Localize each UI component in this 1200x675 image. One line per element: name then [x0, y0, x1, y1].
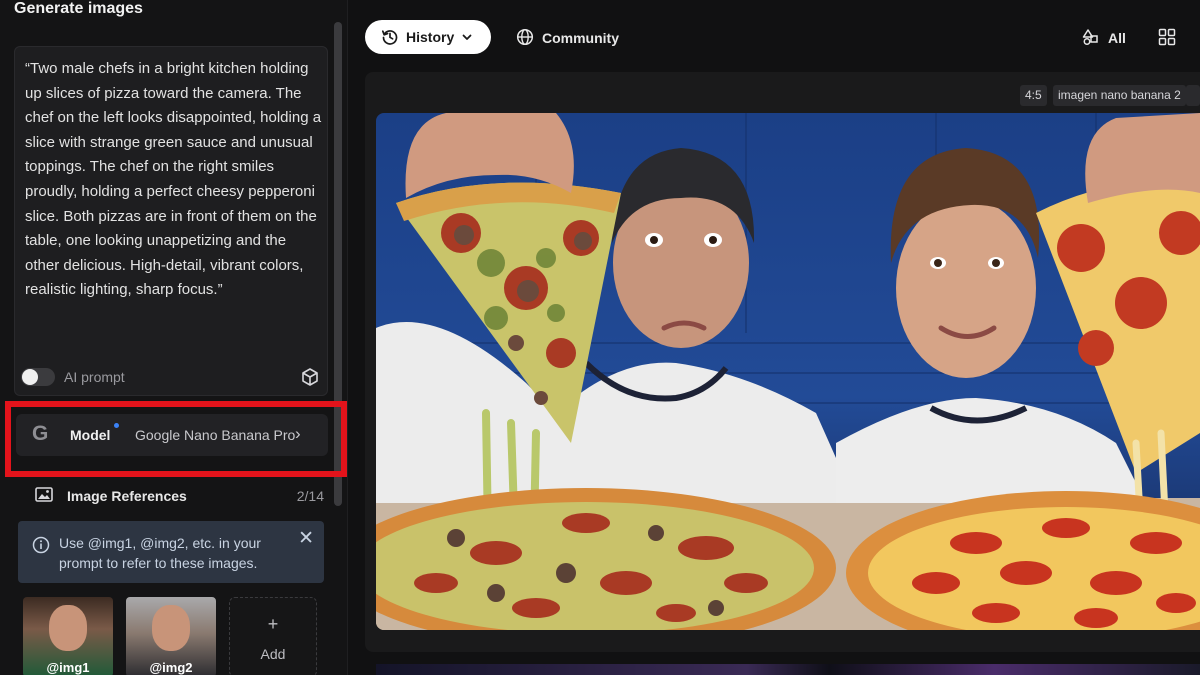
- add-label: Add: [260, 646, 286, 662]
- info-notice: Use @img1, @img2, etc. in your prompt to…: [18, 521, 324, 583]
- image-icon: [35, 487, 53, 502]
- left-panel: Generate images “Two male chefs in a bri…: [0, 0, 348, 675]
- highlight-annotation-box: [5, 401, 347, 477]
- thumbnail-image: [152, 605, 190, 651]
- image-references-header[interactable]: Image References 2/14: [14, 483, 328, 509]
- history-button[interactable]: History: [365, 20, 491, 54]
- prompt-box[interactable]: “Two male chefs in a bright kitchen hold…: [14, 46, 328, 396]
- shapes-icon: [1082, 29, 1098, 45]
- image-references-label: Image References: [67, 488, 187, 504]
- globe-icon: [516, 28, 534, 46]
- info-icon: [32, 536, 50, 554]
- aspect-ratio-tag: 4:5: [1020, 85, 1047, 106]
- cube-icon[interactable]: [300, 367, 320, 387]
- thumbnail-image: [49, 605, 87, 651]
- add-reference-button[interactable]: + Add: [229, 597, 317, 675]
- model-tag: imagen nano banana 2: [1053, 85, 1186, 106]
- image-references-count: 2/14: [296, 488, 324, 504]
- chevron-down-icon: [462, 34, 472, 40]
- ai-prompt-label: AI prompt: [64, 369, 125, 385]
- community-label: Community: [542, 30, 619, 46]
- generated-image-illustration: [376, 113, 1200, 630]
- toggle-knob: [22, 369, 38, 385]
- ai-prompt-toggle[interactable]: [21, 368, 55, 386]
- generated-image[interactable]: [376, 113, 1200, 630]
- filter-all-label: All: [1108, 30, 1126, 46]
- reference-thumbnail[interactable]: @img1: [23, 597, 113, 675]
- history-icon: [381, 30, 398, 45]
- panel-title: Generate images: [14, 0, 143, 17]
- next-result-preview[interactable]: [376, 664, 1200, 675]
- grid-view-icon[interactable]: [1158, 28, 1176, 46]
- prompt-textarea[interactable]: “Two male chefs in a bright kitchen hold…: [25, 57, 323, 303]
- thumbnail-label: @img1: [46, 660, 90, 675]
- reference-thumbnail[interactable]: @img2: [126, 597, 216, 675]
- plus-icon: +: [267, 614, 279, 634]
- close-icon[interactable]: ✕: [298, 527, 314, 550]
- more-tag: [1186, 85, 1200, 106]
- history-label: History: [406, 29, 455, 45]
- info-text: Use @img1, @img2, etc. in your prompt to…: [59, 535, 261, 571]
- thumbnail-label: @img2: [149, 660, 193, 675]
